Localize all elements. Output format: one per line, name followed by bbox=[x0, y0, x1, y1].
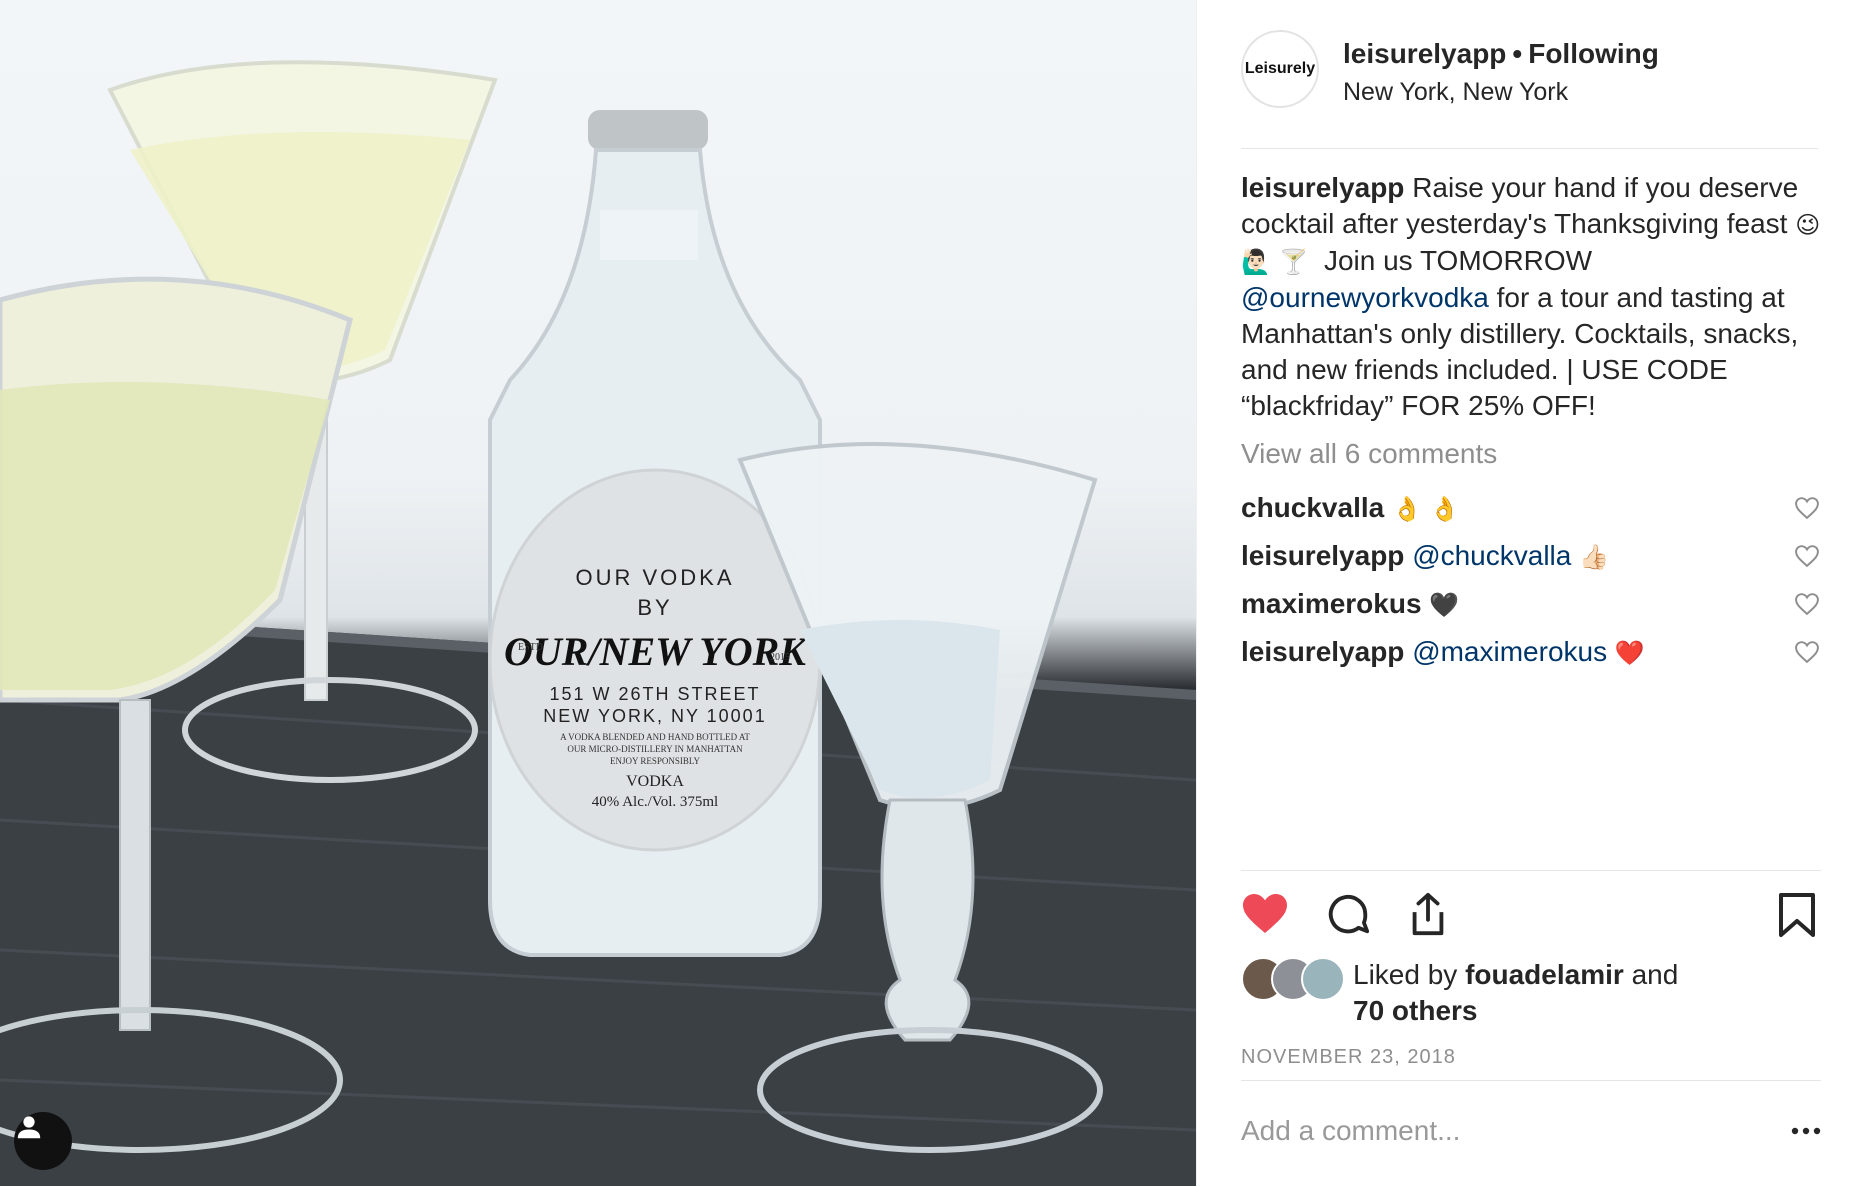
username-link[interactable]: leisurelyapp bbox=[1343, 38, 1506, 69]
label-address-1: 151 W 26TH STREET bbox=[549, 684, 760, 704]
add-comment-form bbox=[1241, 1080, 1821, 1187]
more-options-icon[interactable] bbox=[1791, 1127, 1821, 1135]
caption: leisurelyapp Raise your hand if you dese… bbox=[1241, 170, 1821, 424]
label-abv: 40% Alc./Vol. 375ml bbox=[592, 794, 718, 810]
comment-item: maximerokus 🖤 bbox=[1241, 586, 1821, 634]
comment-username[interactable]: chuckvalla bbox=[1241, 492, 1384, 523]
liked-by-user-link[interactable]: fouadelamir bbox=[1465, 959, 1624, 990]
caption-mention[interactable]: @ournewyorkvodka bbox=[1241, 282, 1489, 313]
comment-mention[interactable]: @maximerokus bbox=[1412, 636, 1607, 667]
liked-by-others-link[interactable]: 70 others bbox=[1353, 995, 1478, 1026]
comment-item: chuckvalla 👌 👌 bbox=[1241, 490, 1821, 538]
post-photo[interactable]: OUR VODKA BY OUR/NEW YORK ESTD 2015 151 … bbox=[0, 0, 1196, 1186]
label-year: 2015 bbox=[770, 652, 790, 663]
bookmark-icon[interactable] bbox=[1777, 891, 1817, 939]
comment-item: leisurelyapp @chuckvalla 👍🏻 bbox=[1241, 538, 1821, 586]
label-product: VODKA bbox=[626, 773, 684, 790]
comment-mention[interactable]: @chuckvalla bbox=[1412, 540, 1571, 571]
comment-like-heart-icon[interactable] bbox=[1793, 496, 1821, 520]
photo-illustration: OUR VODKA BY OUR/NEW YORK ESTD 2015 151 … bbox=[0, 60, 1196, 1186]
comment-like-heart-icon[interactable] bbox=[1793, 640, 1821, 664]
label-fine-1: A VODKA BLENDED AND HAND BOTTLED AT bbox=[560, 732, 750, 742]
post-sidebar: Leisurely leisurelyapp • Following New Yor… bbox=[1196, 0, 1850, 1186]
liked-by-prefix: Liked by bbox=[1353, 959, 1458, 990]
comment-item: leisurelyapp @maximerokus ❤️ bbox=[1241, 634, 1821, 682]
comment-bubble-icon[interactable] bbox=[1325, 891, 1371, 937]
location-link[interactable]: New York, New York bbox=[1343, 74, 1659, 110]
avatar[interactable]: Leisurely bbox=[1241, 30, 1319, 108]
like-heart-icon[interactable] bbox=[1241, 891, 1289, 935]
comment-like-heart-icon[interactable] bbox=[1793, 544, 1821, 568]
separator-dot: • bbox=[1512, 38, 1523, 69]
comment-text: 👌 👌 bbox=[1391, 495, 1460, 523]
comment-like-heart-icon[interactable] bbox=[1793, 592, 1821, 616]
comment-text: 🖤 bbox=[1429, 591, 1460, 619]
post-header: Leisurely leisurelyapp • Following New Yor… bbox=[1241, 30, 1818, 149]
tagged-users-button[interactable] bbox=[14, 1112, 72, 1170]
comment-username[interactable]: maximerokus bbox=[1241, 588, 1422, 619]
comment-username[interactable]: leisurelyapp bbox=[1241, 540, 1404, 571]
comment-username[interactable]: leisurelyapp bbox=[1241, 636, 1404, 667]
label-fine-2: OUR MICRO-DISTILLERY IN MANHATTAN bbox=[567, 744, 743, 754]
share-icon[interactable] bbox=[1405, 891, 1451, 939]
comment-text: ❤️ bbox=[1614, 639, 1645, 667]
caption-text-2: Join us TOMORROW bbox=[1323, 245, 1593, 276]
label-brand: OUR/NEW YORK bbox=[504, 629, 808, 674]
liked-by-and: and bbox=[1631, 959, 1679, 990]
label-line-1: OUR VODKA bbox=[575, 565, 734, 590]
following-button[interactable]: Following bbox=[1528, 38, 1659, 69]
label-estd: ESTD bbox=[518, 642, 543, 653]
post-date[interactable]: NOVEMBER 23, 2018 bbox=[1241, 1046, 1456, 1069]
avatar-text: Leisurely bbox=[1244, 60, 1316, 77]
liker-avatar[interactable] bbox=[1301, 957, 1345, 1001]
view-all-comments-link[interactable]: View all 6 comments bbox=[1241, 438, 1497, 470]
caption-username[interactable]: leisurelyapp bbox=[1241, 172, 1404, 203]
label-address-2: NEW YORK, NY 10001 bbox=[543, 706, 766, 726]
label-line-2: BY bbox=[637, 595, 672, 620]
comments-list: chuckvalla 👌 👌 leisurelyapp @chuckvalla … bbox=[1241, 490, 1821, 682]
post-actions: Liked by fouadelamir and 70 others bbox=[1241, 870, 1821, 1036]
comment-text: 👍🏻 bbox=[1579, 543, 1610, 571]
person-icon bbox=[17, 1116, 41, 1139]
label-fine-3: ENJOY RESPONSIBLY bbox=[610, 756, 701, 766]
add-comment-input[interactable] bbox=[1241, 1115, 1741, 1147]
